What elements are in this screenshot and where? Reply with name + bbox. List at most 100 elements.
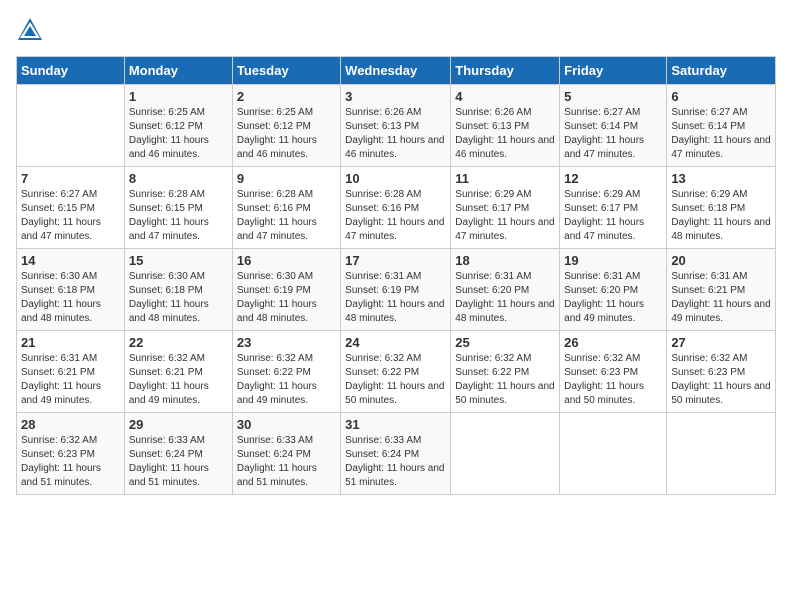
logo [16,16,48,44]
column-header-wednesday: Wednesday [341,57,451,85]
column-header-sunday: Sunday [17,57,125,85]
day-info: Sunrise: 6:31 AMSunset: 6:20 PMDaylight:… [564,270,662,326]
calendar-cell: 16 Sunrise: 6:30 AMSunset: 6:19 PMDayligh… [232,249,340,331]
day-info: Sunrise: 6:29 AMSunset: 6:17 PMDaylight:… [564,188,662,244]
day-number: 9 [237,171,336,186]
calendar-cell: 9Sunrise: 6:28 AMSunset: 6:16 PMDaylight… [232,167,340,249]
column-header-thursday: Thursday [451,57,560,85]
day-number: 13 [671,171,771,186]
calendar-cell: 25 Sunrise: 6:32 AMSunset: 6:22 PMDayligh… [451,331,560,413]
day-info: Sunrise: 6:30 AMSunset: 6:19 PMDaylight:… [237,270,336,326]
day-info: Sunrise: 6:25 AMSunset: 6:12 PMDaylight:… [129,106,228,162]
day-info: Sunrise: 6:28 AMSunset: 6:15 PMDaylight:… [129,188,228,244]
calendar-cell [451,413,560,495]
day-number: 22 [129,335,228,350]
day-number: 3 [345,89,446,104]
day-info: Sunrise: 6:29 AMSunset: 6:17 PMDaylight:… [455,188,555,244]
day-number: 25 [455,335,555,350]
day-number: 23 [237,335,336,350]
calendar-cell: 2Sunrise: 6:25 AMSunset: 6:12 PMDaylight… [232,85,340,167]
day-number: 29 [129,417,228,432]
day-info: Sunrise: 6:33 AMSunset: 6:24 PMDaylight:… [345,434,446,490]
column-header-friday: Friday [560,57,667,85]
calendar-cell: 13 Sunrise: 6:29 AMSunset: 6:18 PMDayligh… [667,167,776,249]
day-info: Sunrise: 6:33 AMSunset: 6:24 PMDaylight:… [129,434,228,490]
calendar-cell: 21 Sunrise: 6:31 AMSunset: 6:21 PMDayligh… [17,331,125,413]
day-number: 4 [455,89,555,104]
day-number: 16 [237,253,336,268]
day-number: 11 [455,171,555,186]
day-number: 1 [129,89,228,104]
day-number: 30 [237,417,336,432]
calendar-header-row: SundayMondayTuesdayWednesdayThursdayFrid… [17,57,776,85]
calendar-cell: 28 Sunrise: 6:32 AMSunset: 6:23 PMDayligh… [17,413,125,495]
calendar-cell: 19 Sunrise: 6:31 AMSunset: 6:20 PMDayligh… [560,249,667,331]
day-number: 19 [564,253,662,268]
day-number: 2 [237,89,336,104]
day-info: Sunrise: 6:27 AMSunset: 6:14 PMDaylight:… [564,106,662,162]
day-info: Sunrise: 6:31 AMSunset: 6:21 PMDaylight:… [21,352,120,408]
day-info: Sunrise: 6:31 AMSunset: 6:20 PMDaylight:… [455,270,555,326]
calendar-table: SundayMondayTuesdayWednesdayThursdayFrid… [16,56,776,495]
calendar-cell: 12 Sunrise: 6:29 AMSunset: 6:17 PMDayligh… [560,167,667,249]
day-number: 18 [455,253,555,268]
calendar-cell: 7 Sunrise: 6:27 AMSunset: 6:15 PMDaylight… [17,167,125,249]
day-info: Sunrise: 6:32 AMSunset: 6:22 PMDaylight:… [455,352,555,408]
day-number: 5 [564,89,662,104]
day-number: 8 [129,171,228,186]
calendar-cell: 22Sunrise: 6:32 AMSunset: 6:21 PMDayligh… [124,331,232,413]
day-number: 26 [564,335,662,350]
day-info: Sunrise: 6:29 AMSunset: 6:18 PMDaylight:… [671,188,771,244]
calendar-week-row: 28 Sunrise: 6:32 AMSunset: 6:23 PMDayligh… [17,413,776,495]
day-info: Sunrise: 6:30 AMSunset: 6:18 PMDaylight:… [129,270,228,326]
calendar-cell: 15Sunrise: 6:30 AMSunset: 6:18 PMDayligh… [124,249,232,331]
calendar-week-row: 14 Sunrise: 6:30 AMSunset: 6:18 PMDayligh… [17,249,776,331]
day-number: 20 [671,253,771,268]
day-info: Sunrise: 6:28 AMSunset: 6:16 PMDaylight:… [345,188,446,244]
calendar-cell: 14 Sunrise: 6:30 AMSunset: 6:18 PMDayligh… [17,249,125,331]
day-info: Sunrise: 6:26 AMSunset: 6:13 PMDaylight:… [345,106,446,162]
calendar-cell: 10Sunrise: 6:28 AMSunset: 6:16 PMDayligh… [341,167,451,249]
day-info: Sunrise: 6:32 AMSunset: 6:22 PMDaylight:… [237,352,336,408]
day-number: 14 [21,253,120,268]
calendar-cell: 5 Sunrise: 6:27 AMSunset: 6:14 PMDaylight… [560,85,667,167]
day-info: Sunrise: 6:31 AMSunset: 6:21 PMDaylight:… [671,270,771,326]
calendar-cell: 26 Sunrise: 6:32 AMSunset: 6:23 PMDayligh… [560,331,667,413]
day-info: Sunrise: 6:32 AMSunset: 6:23 PMDaylight:… [671,352,771,408]
calendar-cell [667,413,776,495]
page-header [16,16,776,44]
day-info: Sunrise: 6:26 AMSunset: 6:13 PMDaylight:… [455,106,555,162]
day-number: 12 [564,171,662,186]
calendar-cell: 18 Sunrise: 6:31 AMSunset: 6:20 PMDayligh… [451,249,560,331]
calendar-cell: 29 Sunrise: 6:33 AMSunset: 6:24 PMDayligh… [124,413,232,495]
calendar-cell: 11 Sunrise: 6:29 AMSunset: 6:17 PMDayligh… [451,167,560,249]
calendar-cell: 23 Sunrise: 6:32 AMSunset: 6:22 PMDayligh… [232,331,340,413]
day-number: 24 [345,335,446,350]
day-number: 31 [345,417,446,432]
day-number: 17 [345,253,446,268]
logo-icon [16,16,44,44]
day-info: Sunrise: 6:33 AMSunset: 6:24 PMDaylight:… [237,434,336,490]
day-info: Sunrise: 6:30 AMSunset: 6:18 PMDaylight:… [21,270,120,326]
day-info: Sunrise: 6:32 AMSunset: 6:23 PMDaylight:… [564,352,662,408]
calendar-cell: 6Sunrise: 6:27 AMSunset: 6:14 PMDaylight… [667,85,776,167]
column-header-monday: Monday [124,57,232,85]
day-info: Sunrise: 6:27 AMSunset: 6:15 PMDaylight:… [21,188,120,244]
day-number: 28 [21,417,120,432]
calendar-cell: 20 Sunrise: 6:31 AMSunset: 6:21 PMDayligh… [667,249,776,331]
day-number: 7 [21,171,120,186]
calendar-cell: 4 Sunrise: 6:26 AMSunset: 6:13 PMDaylight… [451,85,560,167]
calendar-week-row: 21 Sunrise: 6:31 AMSunset: 6:21 PMDayligh… [17,331,776,413]
calendar-cell: 24Sunrise: 6:32 AMSunset: 6:22 PMDayligh… [341,331,451,413]
column-header-saturday: Saturday [667,57,776,85]
day-info: Sunrise: 6:32 AMSunset: 6:23 PMDaylight:… [21,434,120,490]
day-number: 21 [21,335,120,350]
day-info: Sunrise: 6:31 AMSunset: 6:19 PMDaylight:… [345,270,446,326]
calendar-week-row: 1 Sunrise: 6:25 AMSunset: 6:12 PMDaylight… [17,85,776,167]
calendar-week-row: 7 Sunrise: 6:27 AMSunset: 6:15 PMDaylight… [17,167,776,249]
calendar-cell: 31 Sunrise: 6:33 AMSunset: 6:24 PMDayligh… [341,413,451,495]
calendar-cell [17,85,125,167]
column-header-tuesday: Tuesday [232,57,340,85]
calendar-cell [560,413,667,495]
calendar-cell: 8 Sunrise: 6:28 AMSunset: 6:15 PMDaylight… [124,167,232,249]
